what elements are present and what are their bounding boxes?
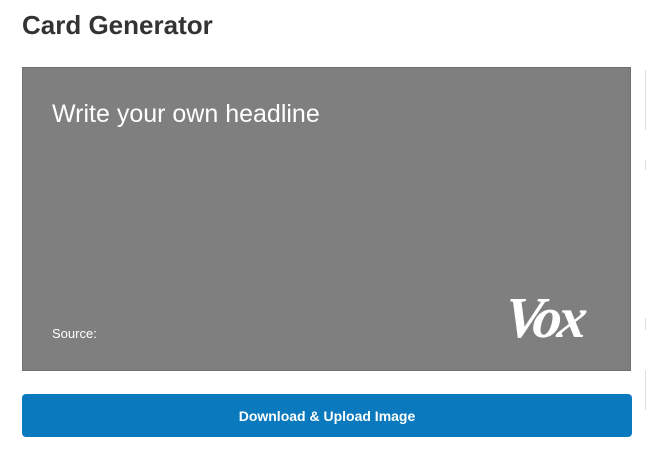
download-upload-button[interactable]: Download & Upload Image bbox=[22, 394, 632, 437]
card-generator-page: Card Generator Write your own headline S… bbox=[0, 0, 651, 458]
page-title: Card Generator bbox=[22, 10, 213, 40]
vox-logo-text: Vox bbox=[501, 285, 587, 350]
card-source-label: Source: bbox=[52, 326, 97, 341]
card-headline[interactable]: Write your own headline bbox=[52, 98, 600, 130]
page-edge-divider bbox=[642, 70, 651, 458]
vox-logo: Vox bbox=[501, 285, 605, 350]
card-preview: Write your own headline Source: Vox bbox=[22, 67, 631, 371]
